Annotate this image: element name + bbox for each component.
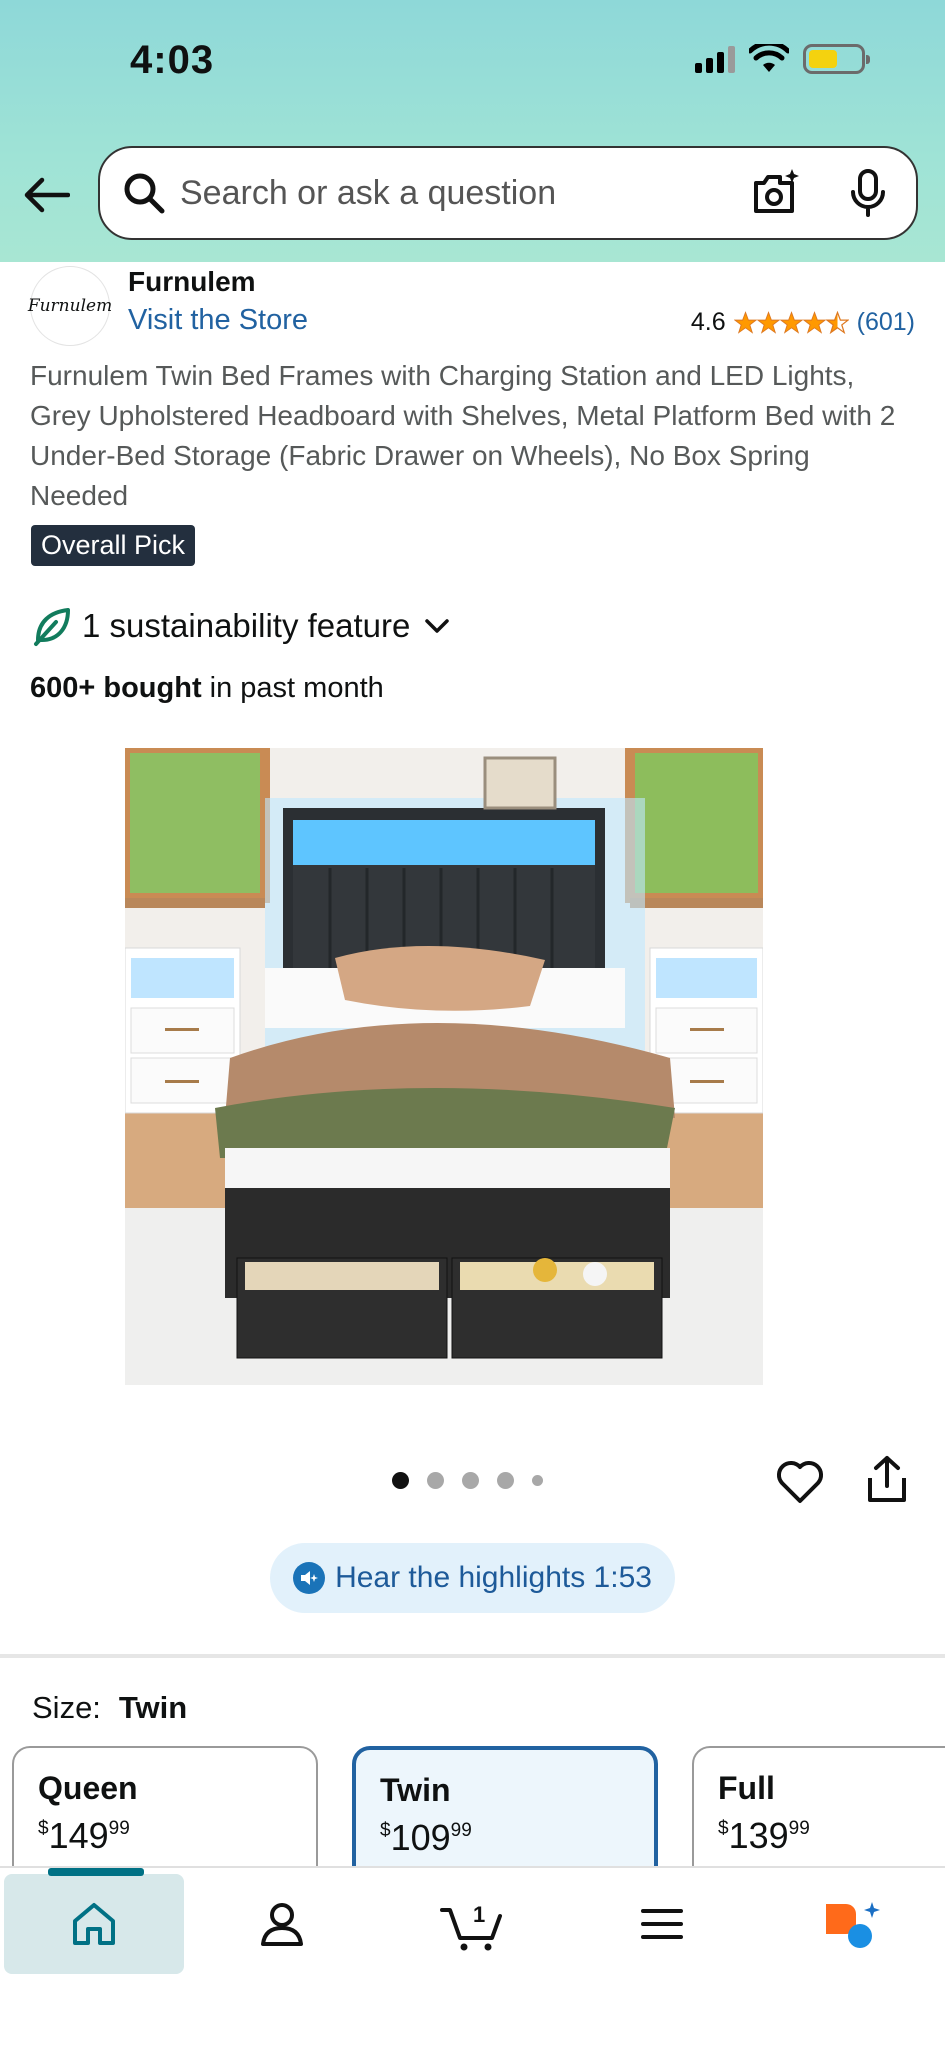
star-full-icon — [802, 310, 826, 334]
bottom-tab-bar: 1 — [0, 1866, 945, 2048]
tab-account[interactable] — [192, 1874, 372, 1974]
leaf-icon — [34, 608, 70, 646]
rating-value: 4.6 — [690, 308, 726, 336]
image-pagination[interactable] — [392, 1472, 543, 1489]
product-title: Furnulem Twin Bed Frames with Charging S… — [30, 360, 896, 511]
star-full-icon — [756, 310, 780, 334]
hear-highlights-button[interactable]: Hear the highlights 1:53 — [270, 1543, 675, 1613]
bought-in-past-month: 600+ bought in past month — [30, 672, 384, 705]
tab-home[interactable] — [4, 1868, 184, 1974]
status-time: 4:03 — [130, 38, 215, 82]
home-icon — [73, 1903, 115, 1945]
bought-suffix: in past month — [209, 672, 384, 704]
overall-pick-badge[interactable]: Overall Pick — [31, 525, 196, 566]
menu-icon — [641, 1909, 683, 1939]
selected-size: Twin — [118, 1690, 188, 1725]
microphone-icon — [851, 169, 885, 217]
voice-search-button[interactable] — [840, 165, 896, 221]
cart-count: 1 — [473, 1902, 485, 1927]
search-placeholder: Search or ask a question — [180, 173, 557, 212]
pagination-dot[interactable] — [532, 1475, 543, 1486]
tab-cart[interactable]: 1 — [382, 1874, 562, 1974]
size-option-twin[interactable]: Twin $10999 — [352, 1746, 658, 1866]
tab-rufus[interactable] — [762, 1874, 942, 1974]
camera-sparkle-icon — [754, 169, 799, 213]
back-arrow-icon — [24, 177, 70, 213]
wishlist-button[interactable] — [774, 1455, 826, 1507]
search-icon — [124, 173, 165, 214]
bought-count: 600+ bought — [30, 672, 202, 704]
brand-name: Furnulem — [128, 266, 256, 297]
visit-store-link[interactable]: Visit the Store — [128, 304, 308, 337]
back-button[interactable] — [22, 170, 72, 220]
account-icon — [261, 1903, 303, 1946]
heart-icon — [776, 1460, 824, 1503]
share-icon — [868, 1456, 906, 1502]
share-button[interactable] — [862, 1454, 912, 1506]
cart-icon: 1 — [440, 1902, 502, 1951]
sustainability-toggle[interactable]: 1 sustainability feature — [30, 604, 452, 648]
brand-logo[interactable]: Furnulem — [28, 266, 112, 346]
price: $14999 — [38, 1815, 130, 1856]
star-rating — [733, 310, 849, 335]
star-full-icon — [779, 310, 803, 334]
search-input[interactable]: Search or ask a question — [98, 146, 918, 240]
pagination-dot[interactable] — [392, 1472, 409, 1489]
wifi-icon — [749, 44, 789, 72]
star-full-icon — [733, 310, 757, 334]
star-half-icon — [825, 310, 849, 334]
audio-sparkle-icon — [293, 1562, 326, 1594]
cellular-signal-icon — [695, 45, 735, 73]
size-option-queen[interactable]: Queen $14999 — [12, 1746, 318, 1866]
chevron-down-icon — [425, 619, 450, 633]
app-header: 4:03 Search or ask a question — [0, 0, 945, 262]
pagination-dot[interactable] — [462, 1472, 479, 1489]
status-icons — [695, 44, 870, 74]
highlights-label: Hear the highlights 1:53 — [335, 1561, 652, 1594]
product-image[interactable] — [125, 748, 763, 1385]
camera-search-button[interactable] — [748, 165, 804, 221]
size-option-full[interactable]: Full $13999 — [692, 1746, 945, 1866]
size-label: Size: Twin — [32, 1690, 188, 1725]
brand-row: Furnulem Furnulem Visit the Store 4.6 (6… — [0, 262, 945, 346]
pagination-dot[interactable] — [497, 1472, 514, 1489]
rufus-assistant-icon — [826, 1902, 880, 1948]
pagination-dot[interactable] — [427, 1472, 444, 1489]
section-divider — [0, 1654, 945, 1658]
bed-photo — [125, 748, 763, 1385]
tab-menu[interactable] — [572, 1874, 752, 1974]
price: $10999 — [380, 1817, 472, 1858]
size-options: Queen $14999 Twin $10999 Full $13999 — [0, 1746, 945, 1866]
rating-summary[interactable]: 4.6 (601) — [691, 308, 915, 337]
price: $13999 — [718, 1815, 810, 1856]
sustainability-label: 1 sustainability feature — [82, 607, 411, 644]
battery-icon — [803, 44, 870, 74]
rating-count: (601) — [856, 308, 915, 336]
